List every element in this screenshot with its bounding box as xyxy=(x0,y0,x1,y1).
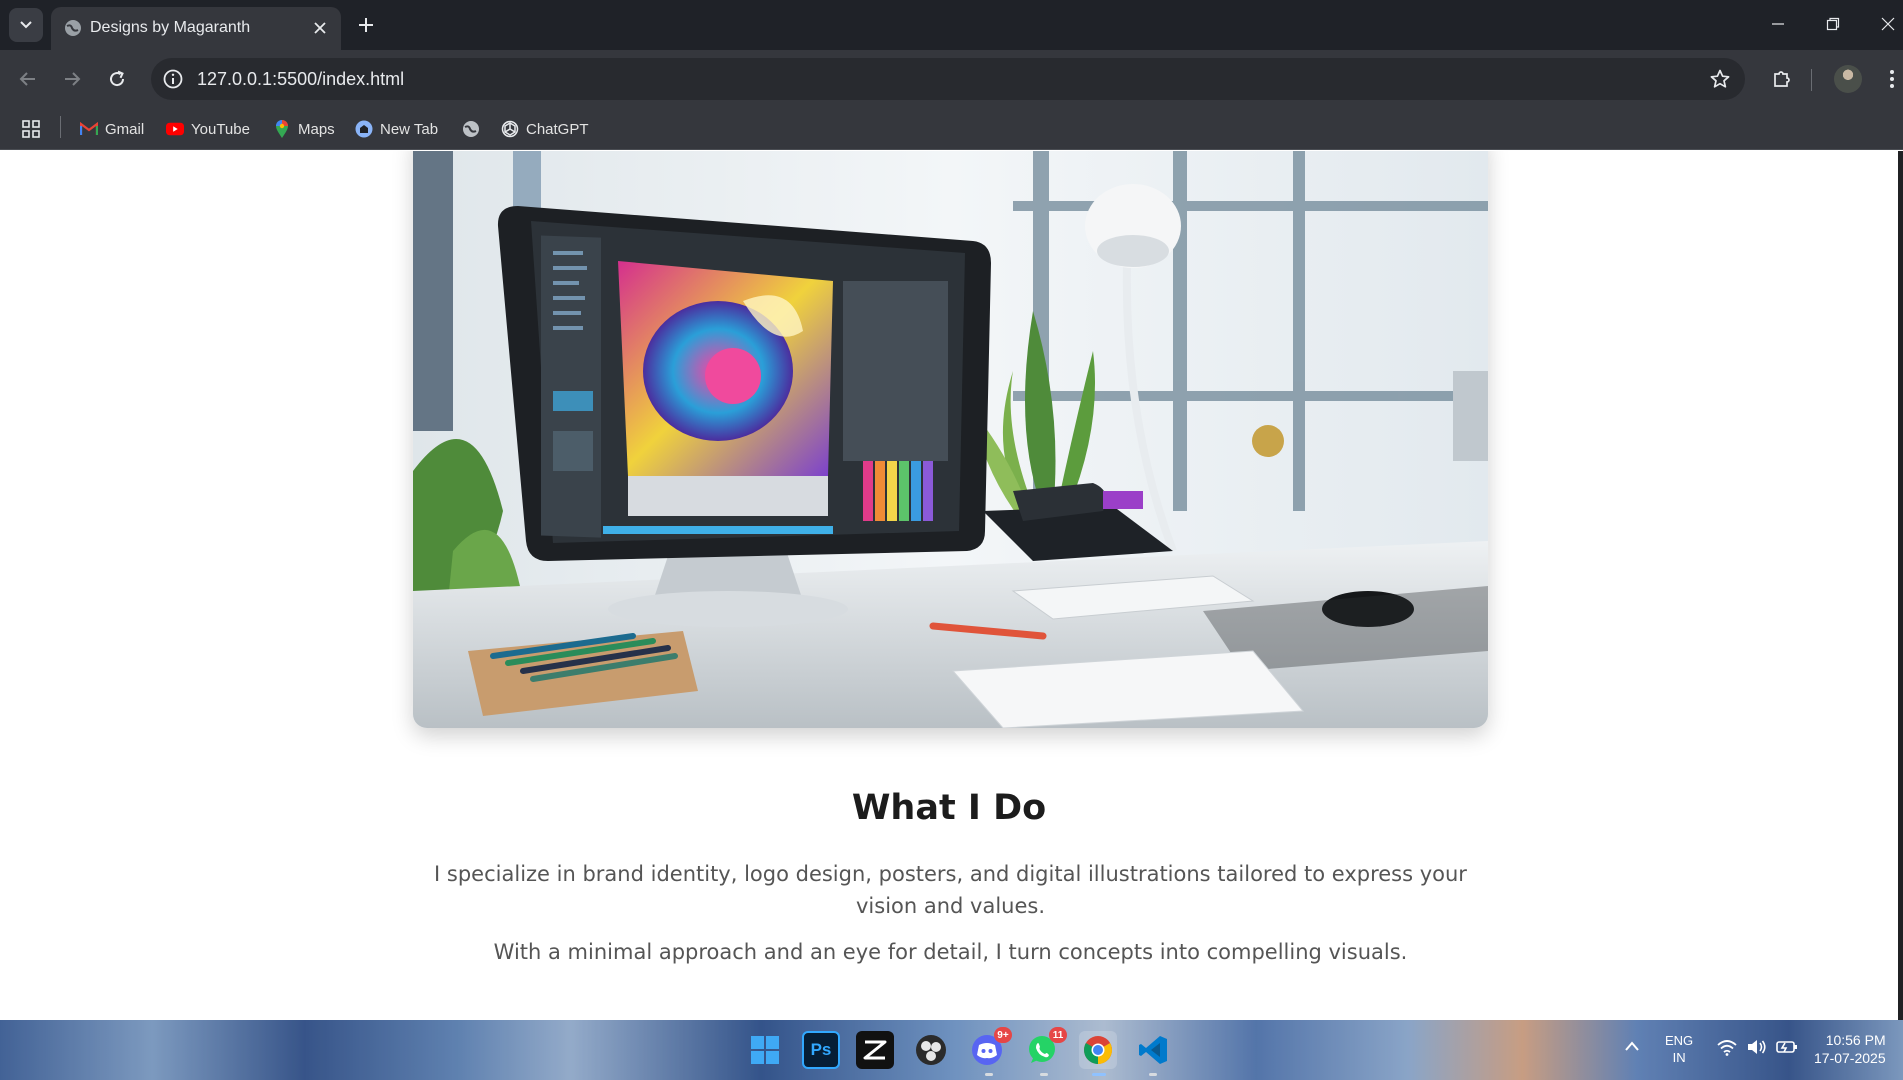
chevron-up-icon xyxy=(1625,1041,1639,1051)
bookmark-maps[interactable]: Maps xyxy=(273,116,335,142)
active-indicator xyxy=(1092,1073,1106,1076)
running-indicator xyxy=(985,1073,993,1076)
new-tab-icon xyxy=(355,120,373,138)
plus-icon xyxy=(359,18,373,32)
clock-date: 17-07-2025 xyxy=(1814,1050,1886,1066)
bookmark-label: Maps xyxy=(298,120,335,138)
extensions-button[interactable] xyxy=(1767,64,1797,94)
gmail-icon xyxy=(80,120,98,138)
minimize-button[interactable] xyxy=(1758,9,1798,39)
volume-status[interactable] xyxy=(1746,1038,1768,1061)
site-info-icon[interactable] xyxy=(162,68,184,90)
bookmark-new-tab[interactable]: New Tab xyxy=(355,116,438,142)
tab-search-button[interactable] xyxy=(9,8,43,42)
globe-icon xyxy=(462,120,480,138)
bookmark-globe[interactable] xyxy=(462,116,480,142)
bookmark-label: ChatGPT xyxy=(526,120,589,138)
workstation-illustration xyxy=(413,151,1488,728)
bookmark-star-icon[interactable] xyxy=(1709,68,1731,90)
browser-menu-button[interactable] xyxy=(1877,64,1903,94)
url-text[interactable]: 127.0.0.1:5500/index.html xyxy=(197,69,404,90)
language-indicator[interactable]: ENG IN xyxy=(1665,1032,1693,1066)
speaker-icon xyxy=(1748,1040,1766,1054)
language-code: ENG xyxy=(1665,1033,1694,1048)
language-region: IN xyxy=(1672,1050,1686,1065)
start-button[interactable] xyxy=(746,1031,784,1069)
vscode-icon xyxy=(1139,1036,1167,1064)
globe-icon xyxy=(65,20,81,36)
apps-grid-icon xyxy=(22,120,40,138)
taskbar-vscode[interactable] xyxy=(1134,1031,1172,1069)
taskbar-photoshop[interactable]: Ps xyxy=(802,1031,840,1069)
bookmark-gmail[interactable]: Gmail xyxy=(80,116,144,142)
arrow-left-icon xyxy=(19,72,35,86)
address-bar[interactable]: 127.0.0.1:5500/index.html xyxy=(151,58,1745,100)
browser-tab-strip: Designs by Magaranth xyxy=(0,0,1903,50)
bookmark-label: New Tab xyxy=(380,120,439,138)
notification-badge: 11 xyxy=(1049,1027,1067,1043)
arrow-right-icon xyxy=(65,72,81,86)
puzzle-icon xyxy=(1774,71,1790,87)
browser-toolbar: 127.0.0.1:5500/index.html xyxy=(0,50,1903,108)
taskbar-chrome[interactable] xyxy=(1079,1031,1117,1069)
reload-icon xyxy=(110,70,125,87)
toolbar-divider xyxy=(1811,69,1812,91)
capcut-icon xyxy=(863,1040,887,1060)
maps-icon xyxy=(273,120,291,138)
taskbar-discord[interactable]: 9+ xyxy=(968,1027,1012,1069)
clock[interactable]: 10:56 PM 17-07-2025 xyxy=(1814,1031,1886,1067)
close-window-button[interactable] xyxy=(1868,9,1903,39)
bookmark-label: Gmail xyxy=(105,120,145,138)
about-paragraph-secondary: With a minimal approach and an eye for d… xyxy=(493,940,1408,964)
running-indicator xyxy=(1149,1073,1157,1076)
chrome-icon xyxy=(1084,1036,1112,1064)
windows-logo-icon xyxy=(751,1036,779,1064)
windows-taskbar: Ps 9+ 11 ENG IN 10:56 PM 17-07-2025 xyxy=(0,1020,1903,1080)
youtube-icon xyxy=(166,120,184,138)
reload-button[interactable] xyxy=(101,63,133,95)
battery-status[interactable] xyxy=(1776,1038,1798,1061)
battery-icon xyxy=(1776,1041,1797,1053)
bookmark-separator xyxy=(60,116,61,138)
apps-button[interactable] xyxy=(22,116,40,142)
about-paragraph: I specialize in brand identity, logo des… xyxy=(434,862,1467,918)
notification-badge: 9+ xyxy=(994,1027,1012,1043)
bookmark-chatgpt[interactable]: ChatGPT xyxy=(501,116,589,142)
back-button[interactable] xyxy=(12,63,44,95)
taskbar-whatsapp[interactable]: 11 xyxy=(1023,1027,1067,1069)
chatgpt-icon xyxy=(501,120,519,138)
page-scrollbar[interactable] xyxy=(1898,151,1903,1020)
close-icon xyxy=(314,22,326,34)
bookmark-label: YouTube xyxy=(191,120,250,138)
new-tab-button[interactable] xyxy=(352,11,380,39)
profile-avatar[interactable] xyxy=(1834,65,1862,93)
minimize-icon xyxy=(1772,23,1784,25)
tab-active[interactable]: Designs by Magaranth xyxy=(51,7,341,50)
taskbar-obs[interactable] xyxy=(912,1031,950,1069)
restore-button[interactable] xyxy=(1813,9,1853,39)
photoshop-icon: Ps xyxy=(810,1040,832,1059)
more-vertical-icon xyxy=(1890,70,1894,88)
close-icon xyxy=(1881,17,1895,31)
section-title: What I Do xyxy=(851,788,1047,828)
tab-title: Designs by Magaranth xyxy=(90,19,251,36)
page-viewport: What I Do I specialize in brand identity… xyxy=(0,151,1898,1020)
hero-image xyxy=(413,151,1488,728)
wifi-status[interactable] xyxy=(1716,1038,1738,1061)
running-indicator xyxy=(1040,1073,1048,1076)
bookmarks-bar: Gmail YouTube Maps New Tab ChatGPT xyxy=(0,108,1903,150)
obs-icon xyxy=(916,1035,946,1065)
tab-close-button[interactable] xyxy=(309,17,331,39)
restore-icon xyxy=(1826,17,1840,31)
chevron-down-icon xyxy=(20,21,32,29)
taskbar-capcut[interactable] xyxy=(856,1031,894,1069)
clock-time: 10:56 PM xyxy=(1825,1032,1886,1048)
bookmark-youtube[interactable]: YouTube xyxy=(166,116,250,142)
show-hidden-icons-button[interactable] xyxy=(1624,1039,1640,1057)
forward-button[interactable] xyxy=(56,63,88,95)
wifi-icon xyxy=(1717,1040,1737,1056)
